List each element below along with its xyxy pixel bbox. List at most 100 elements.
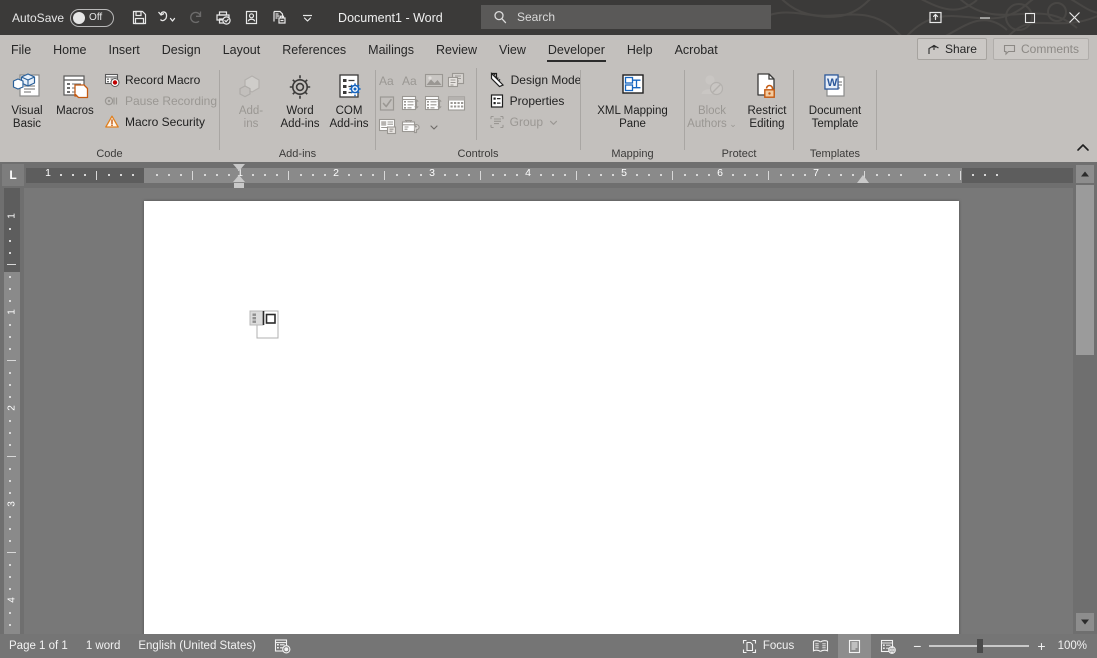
tab-acrobat[interactable]: Acrobat <box>664 37 729 64</box>
print-preview-icon[interactable] <box>266 5 292 31</box>
date-picker-content-control-icon[interactable] <box>446 93 468 114</box>
accessibility-checker-icon[interactable] <box>265 634 300 658</box>
undo-icon[interactable] <box>154 5 180 31</box>
vertical-ruler-tick <box>9 396 11 398</box>
search-input[interactable]: Search <box>481 5 771 29</box>
repeating-section-content-control-icon[interactable] <box>377 116 399 137</box>
print-layout-view-button[interactable] <box>838 634 872 658</box>
comments-button[interactable]: Comments <box>992 38 1089 60</box>
check-box-content-control-icon[interactable] <box>377 93 399 114</box>
com-add-ins-icon <box>339 74 361 98</box>
tab-design[interactable]: Design <box>151 37 212 64</box>
ribbon-display-options-button[interactable] <box>915 0 955 35</box>
plain-text-content-control-icon[interactable]: Aa <box>400 70 422 91</box>
block-authors-button[interactable]: Block Authors ⌄ <box>685 68 739 133</box>
zoom-slider[interactable]: − + <box>905 639 1053 653</box>
vertical-ruler[interactable]: 1 1 2 3 4 <box>0 188 24 634</box>
group-label-code: Code <box>96 148 123 160</box>
scroll-up-button[interactable] <box>1076 165 1094 183</box>
collapse-ribbon-button[interactable] <box>1075 141 1091 160</box>
language-status[interactable]: English (United States) <box>129 634 265 658</box>
word-count-status[interactable]: 1 word <box>77 634 130 658</box>
vertical-ruler-tick <box>9 564 11 566</box>
visual-basic-button[interactable]: Visual Basic <box>4 68 50 133</box>
ruler-tick <box>408 174 410 176</box>
properties-button[interactable]: Properties <box>485 91 586 111</box>
picture-content-control-icon[interactable] <box>423 70 445 91</box>
quick-print-icon[interactable] <box>210 5 236 31</box>
tab-view[interactable]: View <box>488 37 537 64</box>
web-layout-icon <box>881 639 897 654</box>
tab-mailings[interactable]: Mailings <box>357 37 425 64</box>
ruler-number: 7 <box>813 167 819 179</box>
first-line-indent-marker[interactable] <box>233 164 245 171</box>
com-add-ins-button[interactable]: COM Add-ins <box>326 68 372 133</box>
ruler-tick <box>612 174 614 176</box>
tab-insert[interactable]: Insert <box>98 37 151 64</box>
tab-help[interactable]: Help <box>616 37 664 64</box>
zoom-slider-thumb[interactable] <box>977 639 984 653</box>
macro-security-button[interactable]: Macro Security <box>100 112 221 132</box>
ruler-number: 1 <box>45 167 51 179</box>
tab-file[interactable]: File <box>0 37 42 64</box>
zoom-in-button[interactable]: + <box>1037 639 1045 653</box>
combo-box-content-control-icon[interactable] <box>400 93 422 114</box>
ruler-tick <box>780 174 782 176</box>
save-icon[interactable] <box>126 5 152 31</box>
restrict-editing-button[interactable]: Restrict Editing <box>741 68 793 133</box>
vertical-scrollbar[interactable] <box>1073 162 1097 634</box>
maximize-button[interactable] <box>1007 0 1052 35</box>
legacy-tools-dropdown-icon[interactable] <box>423 116 445 137</box>
tab-stop-selector[interactable]: L <box>2 164 24 186</box>
zoom-level-button[interactable]: 100% <box>1054 640 1097 652</box>
embedded-object-placeholder[interactable] <box>248 306 282 340</box>
web-layout-view-button[interactable] <box>871 634 905 658</box>
horizontal-ruler[interactable]: L 11234567 <box>0 162 1073 189</box>
ruler-number: 3 <box>429 167 435 179</box>
building-block-gallery-content-control-icon[interactable] <box>446 70 468 91</box>
drop-down-list-content-control-icon[interactable] <box>423 93 445 114</box>
scrollbar-thumb[interactable] <box>1076 185 1094 355</box>
zoom-out-button[interactable]: − <box>913 639 921 653</box>
record-macro-button[interactable]: Record Macro <box>100 70 221 90</box>
document-template-button[interactable]: W Document Template <box>795 68 875 133</box>
design-mode-button[interactable]: Design Mode <box>485 70 586 90</box>
minimize-button[interactable] <box>962 0 1007 35</box>
ruler-tick <box>96 171 97 180</box>
page-number-status[interactable]: Page 1 of 1 <box>0 634 77 658</box>
tab-review[interactable]: Review <box>425 37 488 64</box>
zoom-slider-track[interactable] <box>929 639 1030 653</box>
scroll-down-button[interactable] <box>1076 613 1094 631</box>
redo-icon[interactable] <box>182 5 208 31</box>
customize-qat-icon[interactable] <box>294 5 320 31</box>
ruler-tick <box>228 174 230 176</box>
hanging-indent-marker[interactable] <box>233 175 245 182</box>
add-ins-button[interactable]: Add- ins <box>228 68 274 133</box>
controls-inner-separator <box>475 68 477 140</box>
tab-developer[interactable]: Developer <box>537 37 616 64</box>
read-mode-view-button[interactable] <box>803 634 838 658</box>
autosave-toggle[interactable]: Off <box>70 8 115 27</box>
ruler-tick <box>840 174 842 176</box>
ruler-tick <box>936 174 938 176</box>
tab-references[interactable]: References <box>271 37 357 64</box>
autosave-control[interactable]: AutoSave Off <box>12 8 115 27</box>
share-button[interactable]: Share <box>916 38 987 60</box>
document-canvas[interactable] <box>24 188 1073 634</box>
tab-home[interactable]: Home <box>42 37 97 64</box>
rich-text-content-control-icon[interactable]: Aa <box>377 70 399 91</box>
read-aloud-icon[interactable] <box>238 5 264 31</box>
right-indent-marker[interactable] <box>857 175 869 183</box>
ruler-tick <box>804 174 806 176</box>
document-page[interactable] <box>144 201 959 634</box>
group-button[interactable]: Group <box>485 112 586 132</box>
word-add-ins-button[interactable]: Word Add-ins <box>277 68 323 133</box>
tab-layout[interactable]: Layout <box>212 37 272 64</box>
close-button[interactable] <box>1052 0 1097 35</box>
macros-button[interactable]: Macros <box>52 68 98 121</box>
xml-mapping-pane-button[interactable]: XML Mapping Pane <box>583 68 683 133</box>
focus-mode-button[interactable]: Focus <box>733 634 803 658</box>
vertical-ruler-tick <box>9 492 11 494</box>
legacy-tools-icon[interactable] <box>400 116 422 137</box>
pause-recording-button[interactable]: Pause Recording <box>100 91 221 111</box>
